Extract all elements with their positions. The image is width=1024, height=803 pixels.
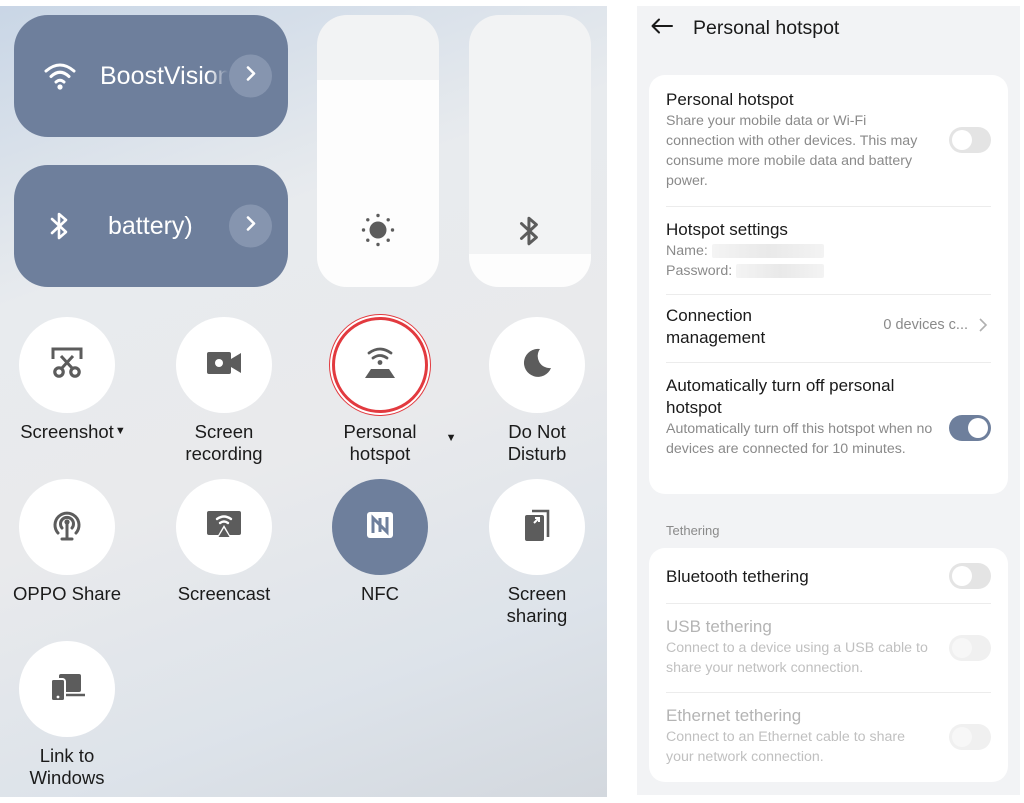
screenshot-scissors-icon (50, 346, 84, 385)
screen-recording-toggle[interactable] (176, 317, 272, 413)
screen-sharing-icon (522, 507, 552, 548)
nfc-button[interactable]: NFC (305, 479, 455, 605)
auto-off-switch[interactable] (949, 415, 991, 441)
bluetooth-details-button[interactable] (229, 204, 272, 248)
bluetooth-tethering-row[interactable]: Bluetooth tethering (649, 548, 1008, 604)
redacted-name (711, 244, 824, 259)
personal-hotspot-settings-page: Personal hotspot Personal hotspot Share … (637, 6, 1020, 795)
nfc-toggle[interactable] (332, 479, 428, 575)
do-not-disturb-toggle[interactable] (489, 317, 585, 413)
tethering-section-header: Tethering (666, 523, 720, 538)
screen-sharing-button[interactable]: Screen sharing (462, 479, 607, 627)
ethernet-tethering-description: Connect to an Ethernet cable to share yo… (666, 729, 905, 765)
volume-slider-fill (469, 254, 591, 287)
auto-off-description: Automatically turn off this hotspot when… (666, 421, 933, 457)
chevron-right-icon (978, 317, 988, 338)
personal-hotspot-button[interactable]: Personal hotspot ▼ (305, 317, 457, 465)
hotspot-name-line: Name: (666, 241, 991, 261)
ethernet-tethering-switch (949, 724, 991, 750)
connection-management-title: Connection management (666, 306, 766, 347)
link-to-windows-label: Link to Windows (29, 745, 105, 788)
dropdown-caret-icon[interactable]: ▼ (115, 420, 126, 442)
chevron-right-icon (244, 65, 258, 88)
wifi-network-name: BoostVision (100, 61, 228, 90)
personal-hotspot-toggle[interactable] (332, 317, 428, 413)
volume-slider[interactable] (469, 15, 591, 287)
ethernet-tethering-row: Ethernet tethering Connect to an Etherne… (649, 693, 1008, 782)
personal-hotspot-row[interactable]: Personal hotspot Share your mobile data … (649, 75, 1008, 207)
screen-sharing-label: Screen sharing (506, 583, 568, 626)
switch-knob (952, 727, 972, 747)
do-not-disturb-button[interactable]: Do NotDisturb▼ (462, 317, 607, 465)
screenshot-button[interactable]: Screenshot ▼ (0, 317, 142, 443)
tethering-card: Bluetooth tethering USB tethering Connec… (649, 548, 1008, 782)
link-to-windows-button[interactable]: Link to Windows (0, 641, 142, 789)
screen-recording-label: Screen recording (185, 421, 263, 464)
hotspot-settings-row[interactable]: Hotspot settings Name: Password: (649, 207, 1008, 295)
personal-hotspot-label: Personal hotspot ▼ (343, 421, 457, 464)
screencast-button[interactable]: Screencast (149, 479, 299, 605)
oppo-share-icon (49, 507, 85, 548)
usb-tethering-switch (949, 635, 991, 661)
hotspot-settings-title: Hotspot settings (666, 220, 788, 239)
wifi-tile[interactable]: BoostVision (14, 15, 288, 137)
switch-knob (952, 566, 972, 586)
oppo-share-toggle[interactable] (19, 479, 115, 575)
connection-management-row[interactable]: Connection management 0 devices c... (649, 295, 1008, 363)
bluetooth-icon (42, 208, 78, 244)
top-app-bar: Personal hotspot (637, 6, 1020, 56)
hotspot-password-line: Password: (666, 261, 991, 281)
personal-hotspot-switch[interactable] (949, 127, 991, 153)
moon-icon (520, 346, 554, 385)
screenshot-toggle[interactable] (19, 317, 115, 413)
page-title: Personal hotspot (693, 17, 840, 39)
screen-sharing-toggle[interactable] (489, 479, 585, 575)
ethernet-tethering-title: Ethernet tethering (666, 706, 802, 725)
brightness-icon (360, 212, 396, 253)
screencast-icon (206, 509, 242, 546)
link-to-windows-toggle[interactable] (19, 641, 115, 737)
screen-recording-button[interactable]: Screen recording (149, 317, 299, 465)
link-to-windows-icon (49, 671, 85, 708)
bluetooth-icon (518, 214, 542, 253)
usb-tethering-title: USB tethering (666, 617, 772, 636)
oppo-share-label: OPPO Share (13, 583, 121, 604)
usb-tethering-description: Connect to a device using a USB cable to… (666, 640, 928, 676)
wifi-details-button[interactable] (229, 54, 272, 98)
switch-knob (952, 638, 972, 658)
bluetooth-tethering-title: Bluetooth tethering (666, 567, 809, 586)
do-not-disturb-label: Do NotDisturb▼ (507, 421, 567, 464)
hotspot-icon (362, 347, 398, 384)
auto-off-title: Automatically turn off personal hotspot (666, 376, 895, 417)
video-camera-icon (206, 350, 242, 381)
brightness-slider-fill (317, 80, 439, 287)
oppo-share-button[interactable]: OPPO Share (0, 479, 142, 605)
bluetooth-device-name: battery) (108, 211, 193, 240)
screencast-toggle[interactable] (176, 479, 272, 575)
switch-knob (952, 130, 972, 150)
personal-hotspot-title: Personal hotspot (666, 90, 794, 109)
bluetooth-tile[interactable]: battery) (14, 165, 288, 287)
dropdown-caret-icon[interactable]: ▼ (446, 427, 457, 449)
nfc-icon (365, 510, 395, 545)
screencast-label: Screencast (177, 583, 271, 604)
back-arrow-icon (651, 18, 673, 39)
usb-tethering-row: USB tethering Connect to a device using … (649, 604, 1008, 693)
personal-hotspot-description: Share your mobile data or Wi-Fi connecti… (666, 113, 918, 189)
chevron-right-icon (244, 215, 258, 238)
quick-settings-panel: BoostVision battery) Screenshot ▼ Screen… (0, 6, 607, 797)
auto-off-row[interactable]: Automatically turn off personal hotspot … (649, 363, 1008, 494)
connected-devices-count: 0 devices c... (883, 317, 968, 333)
wifi-icon (42, 58, 78, 94)
switch-knob (968, 418, 988, 438)
nfc-label: NFC (360, 583, 400, 604)
brightness-slider[interactable] (317, 15, 439, 287)
bluetooth-tethering-switch[interactable] (949, 563, 991, 589)
hotspot-card: Personal hotspot Share your mobile data … (649, 75, 1008, 494)
redacted-password (736, 264, 825, 279)
back-button[interactable] (649, 15, 675, 41)
screenshot-label: Screenshot ▼ (20, 421, 126, 442)
